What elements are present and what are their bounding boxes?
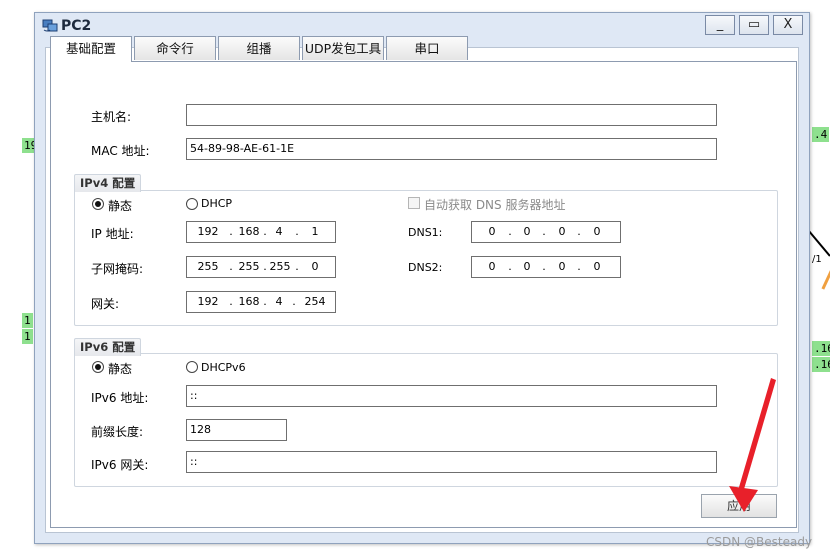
tab-basic-config[interactable]: 基础配置 [50, 36, 132, 62]
watermark: CSDN @Besteady [706, 535, 813, 549]
red-arrow-annotation [729, 378, 776, 512]
